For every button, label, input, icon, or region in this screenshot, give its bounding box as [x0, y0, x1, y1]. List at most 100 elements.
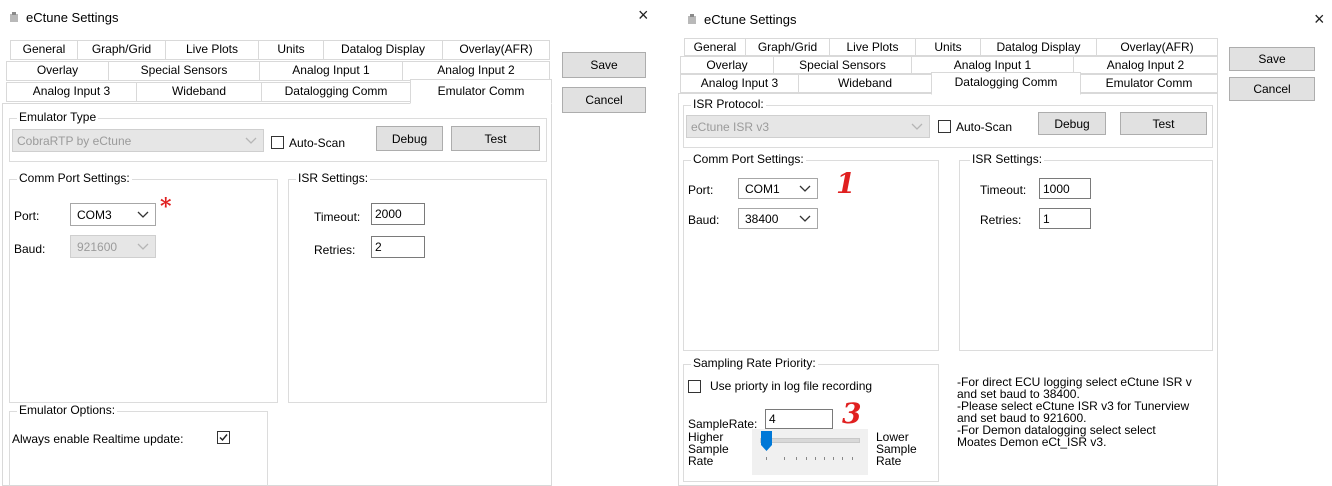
close-icon[interactable]: × — [1314, 10, 1325, 28]
settings-window-emulator-comm: eCtune Settings × General Graph/Grid Liv… — [0, 0, 660, 486]
retries-input[interactable]: 1 — [1039, 208, 1091, 229]
tab-live-plots[interactable]: Live Plots — [829, 38, 916, 56]
realtime-update-checkbox[interactable] — [217, 431, 230, 444]
timeout-label: Timeout: — [314, 210, 361, 224]
sampling-rate-priority-group: Sampling Rate Priority: Use priorty in l… — [683, 356, 939, 482]
tab-panel: Emulator Type CobraRTP by eCtune Auto-Sc… — [2, 103, 552, 486]
emulator-type-label: Emulator Type — [17, 110, 99, 124]
tab-analog-input-3[interactable]: Analog Input 3 — [6, 82, 137, 102]
annotation-1: 1 — [836, 167, 856, 200]
isr-settings-label: ISR Settings: — [296, 171, 371, 185]
chevron-down-icon — [799, 215, 811, 222]
slider-tick — [784, 457, 785, 460]
chevron-down-icon — [137, 211, 149, 218]
slider-tick — [833, 457, 834, 460]
slider-tick — [796, 457, 797, 460]
baud-select[interactable]: 921600 — [70, 235, 156, 258]
tab-overlay-afr[interactable]: Overlay(AFR) — [1096, 38, 1218, 56]
emulator-options-group: Emulator Options: Always enable Realtime… — [9, 403, 268, 486]
timeout-input[interactable]: 2000 — [371, 203, 425, 225]
chevron-down-icon — [799, 185, 811, 192]
isr-protocol-value: eCtune ISR v3 — [691, 119, 770, 134]
tab-live-plots[interactable]: Live Plots — [165, 40, 259, 60]
test-button[interactable]: Test — [451, 126, 540, 151]
tab-overlay-afr[interactable]: Overlay(AFR) — [442, 40, 550, 60]
close-icon[interactable]: × — [638, 6, 649, 24]
chevron-down-icon — [137, 243, 149, 250]
emulator-type-group: Emulator Type CobraRTP by eCtune Auto-Sc… — [9, 110, 547, 162]
tab-special-sensors[interactable]: Special Sensors — [108, 61, 260, 81]
app-icon — [688, 14, 696, 24]
help-notes: -For direct ECU logging select eCtune IS… — [957, 376, 1192, 449]
port-value: COM3 — [77, 207, 112, 222]
samplerate-label: SampleRate: — [688, 417, 758, 431]
slider-track — [760, 438, 860, 443]
tab-overlay[interactable]: Overlay — [6, 61, 109, 81]
window-title: eCtune Settings — [704, 12, 797, 27]
tab-datalog-display[interactable]: Datalog Display — [980, 38, 1097, 56]
samplerate-input[interactable]: 4 — [765, 409, 833, 429]
tab-units[interactable]: Units — [915, 38, 981, 56]
debug-button[interactable]: Debug — [376, 126, 443, 151]
save-button[interactable]: Save — [562, 52, 646, 78]
tab-overlay[interactable]: Overlay — [680, 56, 774, 74]
tab-analog-input-3[interactable]: Analog Input 3 — [680, 74, 799, 93]
sampling-rate-priority-label: Sampling Rate Priority: — [691, 356, 818, 370]
auto-scan-label: Auto-Scan — [956, 120, 1013, 134]
baud-label: Baud: — [688, 213, 720, 227]
save-button[interactable]: Save — [1229, 47, 1315, 71]
auto-scan-checkbox[interactable] — [271, 136, 284, 149]
slider-tick — [842, 457, 843, 460]
tab-emulator-comm[interactable]: Emulator Comm — [1080, 74, 1218, 93]
tab-graph-grid[interactable]: Graph/Grid — [745, 38, 830, 56]
emulator-options-label: Emulator Options: — [17, 403, 118, 417]
port-select[interactable]: COM1 — [738, 178, 818, 199]
annotation-asterisk: * — [160, 194, 172, 220]
chevron-down-icon — [911, 123, 923, 130]
tab-special-sensors[interactable]: Special Sensors — [773, 56, 912, 74]
cancel-button[interactable]: Cancel — [1229, 77, 1315, 101]
baud-value: 38400 — [745, 211, 779, 226]
cancel-button[interactable]: Cancel — [562, 87, 646, 113]
realtime-update-label: Always enable Realtime update: — [12, 432, 184, 446]
isr-protocol-select[interactable]: eCtune ISR v3 — [686, 115, 930, 138]
port-select[interactable]: COM3 — [70, 203, 156, 226]
baud-select[interactable]: 38400 — [738, 208, 818, 229]
tab-analog-input-2[interactable]: Analog Input 2 — [402, 61, 550, 81]
comm-port-settings-label: Comm Port Settings: — [17, 171, 132, 185]
samplerate-slider[interactable] — [752, 429, 868, 475]
tab-general[interactable]: General — [10, 40, 78, 60]
comm-port-settings-group: Comm Port Settings: Port: COM3 * Baud: 9… — [9, 171, 278, 403]
isr-protocol-group: ISR Protocol: eCtune ISR v3 Auto-Scan De… — [683, 97, 1213, 148]
check-icon — [219, 434, 228, 442]
tab-analog-input-1[interactable]: Analog Input 1 — [259, 61, 403, 81]
timeout-input[interactable]: 1000 — [1039, 178, 1091, 199]
title-bar: eCtune Settings × — [676, 0, 1332, 34]
auto-scan-label: Auto-Scan — [289, 136, 346, 150]
tab-datalogging-comm[interactable]: Datalogging Comm — [261, 82, 411, 102]
annotation-3: 3 — [842, 397, 862, 430]
emulator-type-value: CobraRTP by eCtune — [17, 133, 132, 148]
tab-datalogging-comm[interactable]: Datalogging Comm — [931, 72, 1081, 95]
tab-wideband[interactable]: Wideband — [798, 74, 932, 93]
timeout-label: Timeout: — [980, 183, 1027, 197]
tab-units[interactable]: Units — [258, 40, 324, 60]
test-button[interactable]: Test — [1120, 112, 1207, 135]
tab-wideband[interactable]: Wideband — [136, 82, 262, 102]
tab-datalog-display[interactable]: Datalog Display — [323, 40, 443, 60]
tab-emulator-comm[interactable]: Emulator Comm — [410, 79, 552, 104]
settings-window-datalogging-comm: eCtune Settings × General Graph/Grid Liv… — [676, 0, 1332, 486]
tab-general[interactable]: General — [684, 38, 746, 56]
isr-settings-label: ISR Settings: — [970, 152, 1045, 166]
tab-graph-grid[interactable]: Graph/Grid — [77, 40, 166, 60]
baud-value: 921600 — [77, 239, 118, 254]
debug-button[interactable]: Debug — [1038, 112, 1106, 135]
tab-analog-input-2[interactable]: Analog Input 2 — [1073, 56, 1218, 74]
emulator-type-select[interactable]: CobraRTP by eCtune — [12, 129, 264, 152]
use-priority-checkbox[interactable] — [688, 380, 701, 393]
isr-protocol-label: ISR Protocol: — [691, 97, 766, 111]
auto-scan-checkbox[interactable] — [938, 120, 951, 133]
port-value: COM1 — [745, 181, 780, 196]
retries-input[interactable]: 2 — [371, 236, 425, 258]
slider-thumb-icon[interactable] — [761, 431, 772, 451]
